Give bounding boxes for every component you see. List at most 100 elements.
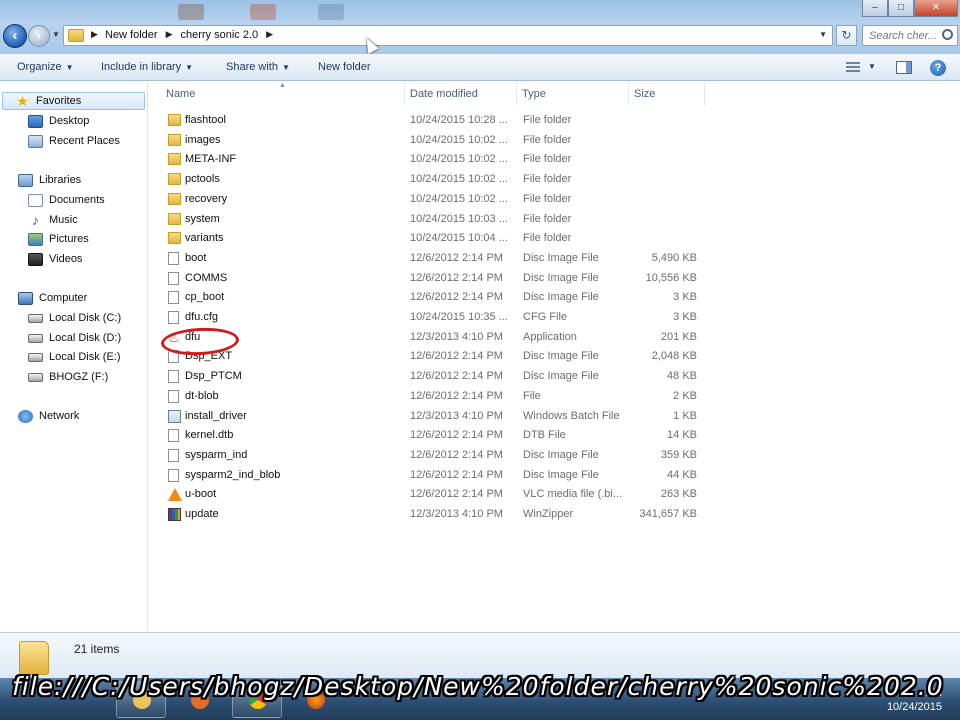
nav-documents[interactable]: Documents [28,191,105,209]
file-row[interactable]: recovery 10/24/2015 10:02 ... File folder [157,190,705,209]
background-bleed [318,4,344,20]
share-with-button[interactable]: Share with ▼ [226,61,290,73]
file-type: WinZipper [523,508,574,520]
file-row[interactable]: META-INF 10/24/2015 10:02 ... File folder [157,150,705,169]
file-row[interactable]: ♨ dfu 12/3/2013 4:10 PM Application 201 KB [157,328,705,347]
file-date-modified: 10/24/2015 10:03 ... [410,212,508,225]
file-type: File folder [523,173,572,186]
nav-label: Recent Places [49,135,120,147]
file-row[interactable]: Dsp_EXT 12/6/2012 2:14 PM Disc Image File 2… [157,347,705,366]
chevron-down-icon[interactable]: ▼ [819,30,827,39]
minimize-button[interactable]: – [862,0,888,17]
nav-network[interactable]: Network [18,407,79,425]
file-name: sysparm_ind [185,448,248,461]
file-name: COMMS [185,271,228,284]
column-header-size[interactable]: Size [629,82,705,106]
column-header-type[interactable]: Type [517,82,629,106]
file-row[interactable]: images 10/24/2015 10:02 ... File folder [157,131,705,150]
file-name: recovery [185,192,228,205]
nav-local-disk-e[interactable]: Local Disk (E:) [28,348,121,366]
search-input[interactable] [863,26,941,45]
nav-recent-places[interactable]: Recent Places [28,132,120,150]
recent-pages-dropdown-icon[interactable]: ▼ [52,30,60,39]
chevron-down-icon: ▼ [185,63,194,72]
file-row[interactable]: boot 12/6/2012 2:14 PM Disc Image File 5,49… [157,249,705,268]
nav-videos[interactable]: Videos [28,250,82,268]
nav-label: Desktop [49,115,90,127]
forward-button[interactable]: › [28,25,50,47]
nav-label: Videos [49,253,83,265]
file-date-modified: 12/6/2012 2:14 PM [410,291,503,304]
file-row[interactable]: variants 10/24/2015 10:04 ... File folder [157,229,705,248]
file-row[interactable]: u-boot 12/6/2012 2:14 PM VLC media file (.… [157,485,705,504]
file-row[interactable]: kernel.dtb 12/6/2012 2:14 PM DTB File 14 KB [157,426,705,445]
file-row[interactable]: update 12/3/2013 4:10 PM WinZipper 341,657 … [157,505,705,524]
file-row[interactable]: install_driver 12/3/2013 4:10 PM Windows B… [157,407,705,426]
file-type: Application [523,330,577,343]
nav-bhogz-f[interactable]: BHOGZ (F:) [28,368,108,386]
chevron-down-icon: ▼ [65,63,74,72]
nav-local-disk-d[interactable]: Local Disk (D:) [28,329,121,347]
include-in-library-button[interactable]: Include in library ▼ [101,61,193,73]
file-size: 10,556 KB [645,271,697,284]
back-button[interactable]: ‹ [3,24,27,48]
file-icon [168,271,179,285]
breadcrumb: New folder ▶ cherry sonic 2.0 ▶ [105,29,273,41]
nav-libraries[interactable]: Libraries [18,171,81,189]
background-bleed [250,4,276,20]
file-row[interactable]: dfu.cfg 10/24/2015 10:35 ... CFG File 3 KB [157,308,705,327]
file-type: Disc Image File [523,468,599,481]
file-date-modified: 10/24/2015 10:28 ... [410,114,508,126]
view-options-icon[interactable] [846,62,860,73]
file-type: File folder [523,192,572,205]
folder-icon [168,114,181,126]
file-row[interactable]: cp_boot 12/6/2012 2:14 PM Disc Image File 3… [157,288,705,307]
search-box[interactable] [862,25,958,46]
network-icon [18,409,33,423]
chevron-right-icon[interactable]: ▶ [266,29,273,41]
nav-pictures[interactable]: Pictures [28,230,89,248]
file-name: cp_boot [185,291,225,304]
nav-desktop[interactable]: Desktop [28,112,89,130]
file-name: images [185,133,221,146]
nav-local-disk-c[interactable]: Local Disk (C:) [28,309,121,327]
file-date-modified: 12/3/2013 4:10 PM [410,409,503,422]
breadcrumb-item[interactable]: cherry sonic 2.0 [181,29,259,41]
file-name: update [185,508,219,520]
file-row[interactable]: sysparm_ind 12/6/2012 2:14 PM Disc Image F… [157,446,705,465]
folder-icon [168,212,181,225]
file-type: Disc Image File [523,251,599,264]
file-type: File [523,389,541,402]
file-row[interactable]: system 10/24/2015 10:03 ... File folder [157,210,705,229]
file-row[interactable]: sysparm2_ind_blob 12/6/2012 2:14 PM Disc I… [157,466,705,485]
navigation-pane: ★ Favorites Desktop Recent Places Librari… [0,82,148,632]
help-icon[interactable]: ? [930,60,946,76]
preview-pane-icon[interactable] [896,61,912,74]
file-type: File folder [523,232,572,245]
refresh-button[interactable]: ↻ [836,25,857,46]
file-row[interactable]: flashtool 10/24/2015 10:28 ... File folder [157,111,705,130]
file-name: kernel.dtb [185,429,234,442]
file-row[interactable]: pctools 10/24/2015 10:02 ... File folder [157,170,705,189]
nav-computer[interactable]: Computer [18,289,87,307]
organize-button[interactable]: Organize ▼ [17,61,74,73]
file-row[interactable]: COMMS 12/6/2012 2:14 PM Disc Image File 10,… [157,269,705,288]
address-bar[interactable]: ▶ New folder ▶ cherry sonic 2.0 ▶ ▼ [63,25,833,46]
file-row[interactable]: dt-blob 12/6/2012 2:14 PM File 2 KB [157,387,705,406]
column-header-date-modified[interactable]: Date modified [405,82,517,106]
file-name: flashtool [185,114,226,126]
file-row[interactable]: Dsp_PTCM 12/6/2012 2:14 PM Disc Image File… [157,367,705,386]
close-button[interactable]: ✕ [914,0,958,17]
new-folder-button[interactable]: New folder [318,61,371,73]
chevron-right-icon[interactable]: ▶ [166,29,173,41]
search-icon[interactable] [942,29,953,40]
chevron-down-icon[interactable]: ▼ [868,62,876,71]
usb-drive-icon [28,372,43,382]
file-type: CFG File [523,311,567,323]
breadcrumb-item[interactable]: New folder [105,29,158,41]
nav-favorites[interactable]: ★ Favorites [2,92,145,110]
maximize-button[interactable]: □ [888,0,914,17]
file-size: 359 KB [660,448,697,461]
chevron-right-icon[interactable]: ▶ [91,29,98,40]
nav-music[interactable]: ♪ Music [28,211,78,229]
